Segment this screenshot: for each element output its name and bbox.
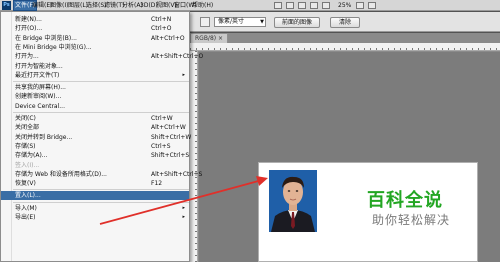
- brand-subtitle: 助你轻松解决: [372, 213, 451, 227]
- menu-item-label: 恢复(V): [15, 180, 36, 188]
- file-menu-item[interactable]: 打开为智能对象...: [1, 62, 189, 71]
- menu-item-label: 存储(S): [15, 142, 36, 150]
- portrait-illustration: [269, 170, 317, 232]
- menu-item-shortcut: Shift+Ctrl+W: [151, 133, 192, 141]
- chevron-down-icon: ▼: [260, 19, 264, 25]
- resolution-unit-select[interactable]: 像素/英寸 ▼: [214, 17, 266, 27]
- menu-item-label: 打开为智能对象...: [15, 62, 63, 70]
- file-menu-item[interactable]: 在 Bridge 中浏览(B)... Alt+Ctrl+O: [1, 34, 189, 43]
- file-menu-item[interactable]: 存储为(A)... Shift+Ctrl+S: [1, 151, 189, 160]
- menu-item-label: 最近打开文件(T): [15, 71, 60, 79]
- file-menu-item[interactable]: 关闭并转到 Bridge... Shift+Ctrl+W: [1, 133, 192, 142]
- arrange-documents-icon[interactable]: [322, 2, 330, 9]
- menu-item-label: 新建(N)...: [15, 16, 42, 23]
- file-menu-item[interactable]: 关闭全部 Alt+Ctrl+W: [1, 123, 189, 132]
- menu-item-label: 存储为 Web 和设备所用格式(D)...: [15, 170, 107, 178]
- menu-item-shortcut: Ctrl+O: [151, 25, 172, 33]
- file-menu-item[interactable]: 打开为... Alt+Shift+Ctrl+O: [1, 52, 203, 61]
- brand-title: 百科全说: [367, 190, 443, 211]
- file-menu-item[interactable]: 打开(O)... Ctrl+O: [1, 24, 189, 33]
- resolution-unit-value: 像素/英寸: [218, 18, 245, 25]
- file-menu-item[interactable]: 在 Mini Bridge 中浏览(G)...: [1, 43, 189, 52]
- clear-button[interactable]: 清除: [330, 17, 360, 28]
- file-menu-item[interactable]: 存储(S) Ctrl+S: [1, 142, 189, 151]
- zoom-level[interactable]: 25%: [338, 1, 351, 10]
- menu-item-label: 在 Bridge 中浏览(B)...: [15, 34, 77, 42]
- menu-separator: [13, 201, 189, 203]
- menu-item-shortcut: Alt+Ctrl+O: [151, 34, 185, 42]
- file-menu-item[interactable]: 共享我的屏幕(H)...: [1, 83, 189, 92]
- menu-item-shortcut: Alt+Shift+Ctrl+S: [151, 170, 203, 178]
- screen-mode-icon[interactable]: [274, 2, 282, 9]
- menu-item-shortcut: Alt+Shift+Ctrl+O: [151, 53, 204, 61]
- menu-item-label: 在 Mini Bridge 中浏览(G)...: [15, 43, 92, 51]
- menu-item-label: 打开(O)...: [15, 25, 43, 33]
- file-menu-item[interactable]: 导入(M) ▸: [1, 204, 189, 213]
- menu-item-label: 签入(I)...: [15, 161, 40, 169]
- menu-item-label: 共享我的屏幕(H)...: [15, 84, 66, 92]
- file-menu-item[interactable]: 最近打开文件(T) ▸: [1, 71, 189, 80]
- menu-item-shortcut: Ctrl+W: [151, 115, 173, 122]
- hand-tool-icon[interactable]: [298, 2, 306, 9]
- menu-item-label: 导入(M): [15, 204, 37, 212]
- photoshop-logo-icon: Ps: [2, 1, 11, 10]
- file-menu-item[interactable]: 关闭(C) Ctrl+W: [1, 114, 189, 123]
- menu-item-label: 打开为...: [15, 53, 39, 61]
- menu-item-shortcut: Ctrl+S: [151, 142, 171, 150]
- file-menu-item[interactable]: 新建(N)... Ctrl+N: [1, 15, 189, 24]
- menu-item-label: 关闭并转到 Bridge...: [15, 133, 73, 141]
- menu-item-shortcut: Shift+Ctrl+S: [151, 152, 190, 160]
- menu-item-shortcut: Ctrl+N: [151, 16, 172, 23]
- front-image-button[interactable]: 前面的图像: [274, 17, 320, 28]
- file-menu-item[interactable]: 创建新审阅(W)...: [1, 92, 189, 101]
- file-menu-dropdown: 新建(N)... Ctrl+N 打开(O)... Ctrl+O 在 Bridge 中浏览…: [0, 11, 203, 262]
- menu-item-label: 导出(E): [15, 214, 36, 221]
- menu-item-label: 关闭全部: [15, 124, 40, 132]
- submenu-arrow-icon: ▸: [182, 204, 185, 211]
- zoom-tool-icon[interactable]: [286, 2, 294, 9]
- file-menu-item[interactable]: 存储为 Web 和设备所用格式(D)... Alt+Shift+Ctrl+S: [1, 170, 202, 179]
- vertical-ruler: [190, 51, 198, 262]
- workspace-icon[interactable]: [368, 2, 376, 9]
- menu-separator: [13, 189, 189, 191]
- menu-item-label: 存储为(A)...: [15, 152, 48, 160]
- file-menu-item: 签入(I)...: [1, 161, 189, 170]
- menu-separator: [13, 81, 189, 83]
- swap-icon[interactable]: [200, 17, 210, 27]
- menu-bar: Ps 文件(F) 编辑(E) 图像(I) 图层(L) 选择(S) 滤镜(T) 分析(A) 3D…: [0, 0, 500, 11]
- file-menu-item[interactable]: 导出(E) ▸: [1, 213, 189, 222]
- menu-separator: [13, 112, 189, 113]
- rotate-view-icon[interactable]: [310, 2, 318, 9]
- file-menu-item[interactable]: Device Central...: [1, 102, 189, 111]
- file-menu-item[interactable]: 恢复(V) F12: [1, 179, 189, 188]
- menu-item-shortcut: F12: [151, 180, 163, 188]
- submenu-arrow-icon: ▸: [182, 214, 185, 220]
- menu-item[interactable]: 帮助(H): [191, 1, 214, 10]
- submenu-arrow-icon: ▸: [182, 71, 185, 78]
- file-menu-item[interactable]: 置入(L)...: [1, 191, 189, 201]
- grid-toggle-icon[interactable]: [356, 2, 364, 9]
- menu-item-label: 关闭(C): [15, 115, 36, 122]
- menu-item-label: Device Central...: [15, 102, 65, 110]
- portrait-photo: [269, 170, 317, 232]
- menu-item-label: 置入(L)...: [15, 192, 41, 200]
- document-tab[interactable]: RGB/8) ×: [190, 33, 229, 43]
- menu-item-label: 创建新审阅(W)...: [15, 93, 62, 101]
- horizontal-ruler: [190, 43, 500, 51]
- menu-item-shortcut: Alt+Ctrl+W: [151, 124, 186, 132]
